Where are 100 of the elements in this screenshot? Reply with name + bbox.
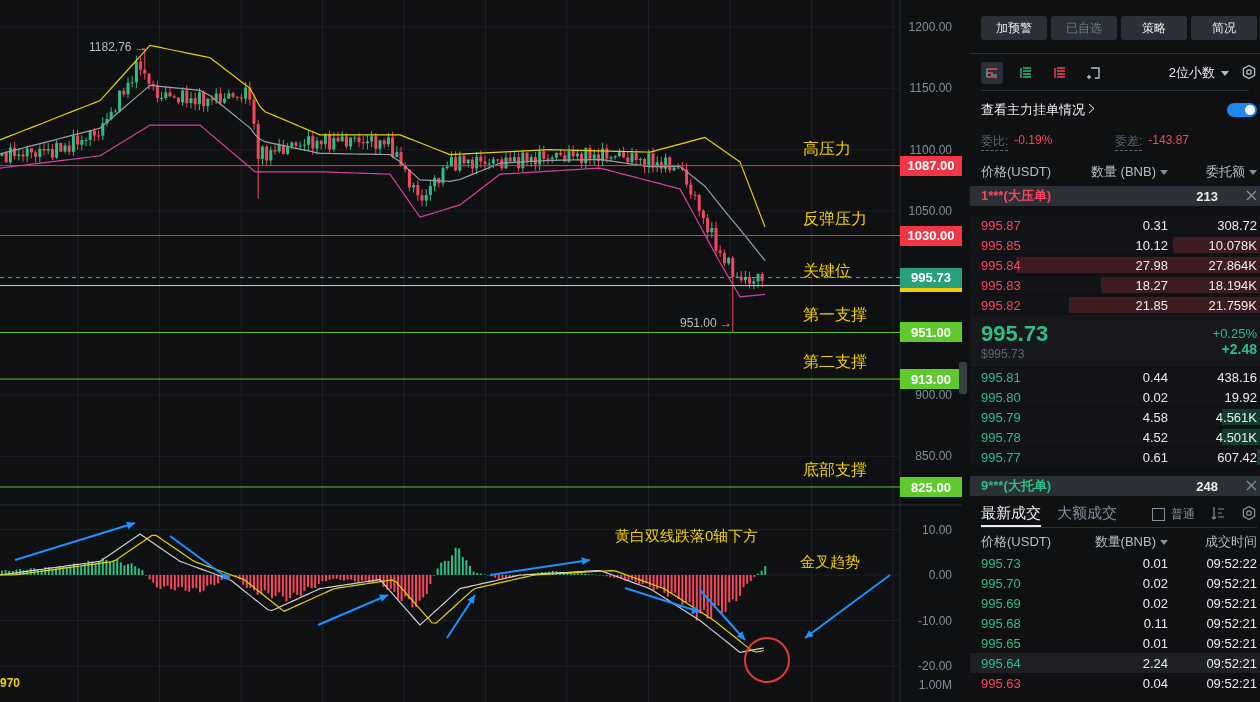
annotation-arrow [446, 594, 476, 639]
order-quantity: 0.02 [1141, 389, 1168, 405]
price-level-label: 951.00 [900, 322, 962, 343]
order-price: 995.83 [981, 277, 1022, 293]
trade-price: 995.69 [981, 595, 1022, 611]
order-price: 995.80 [981, 389, 1022, 405]
level-note: 底部支撑 [803, 462, 867, 478]
trade-price: 995.64 [981, 655, 1022, 671]
order-total: 21.759K [1207, 297, 1257, 313]
volume-axis-label: 1.00M [918, 679, 952, 691]
price-level-label: 1030.00 [900, 225, 962, 246]
last-price-usd: $995.73 [981, 347, 1026, 361]
order-price: 995.87 [981, 217, 1022, 233]
trades-tab[interactable]: 大额成交 [1057, 501, 1117, 527]
price-level-label: 825.00 [900, 477, 962, 497]
trade-quantity: 0.04 [1141, 675, 1168, 691]
caret-icon[interactable] [1249, 169, 1257, 175]
high-price-marker: 1182.76 → [89, 41, 147, 53]
level-note: 第一支撑 [803, 307, 867, 324]
order-total: 607.42 [1216, 449, 1257, 465]
large-order-label: 9***(大托单) [981, 477, 1052, 495]
change-amount: +2.48 [1220, 340, 1257, 357]
normal-filter-checkbox[interactable]: 普通 [1152, 505, 1195, 523]
order-total: 18.194K [1207, 277, 1257, 293]
order-price: 995.84 [981, 257, 1022, 273]
low-price-marker: 951.00 → [680, 317, 733, 329]
price-axis-label: 900.00 [915, 389, 952, 401]
trade-price: 995.65 [981, 635, 1022, 651]
order-quantity: 4.58 [1141, 409, 1168, 425]
order-price: 995.77 [981, 449, 1022, 465]
book-view-both-icon[interactable] [981, 62, 1003, 84]
order-price: 995.78 [981, 429, 1022, 445]
order-price: 995.79 [981, 409, 1022, 425]
column-header[interactable]: 数量 (BNB) [1090, 163, 1156, 181]
macd-note: 黄白双线跌落0轴下方 [615, 528, 759, 543]
level-note: 高压力 [803, 140, 851, 157]
annotation-arrow [317, 594, 389, 626]
trade-quantity: 0.01 [1141, 555, 1168, 571]
price-axis-label: 850.00 [915, 450, 952, 463]
order-quantity: 27.98 [1134, 257, 1168, 273]
trade-time: 09:52:21 [1205, 595, 1257, 611]
toggle-switch[interactable] [1227, 103, 1257, 117]
change-percent: +0.25% [1212, 325, 1257, 341]
current-price-label: 995.73 [900, 267, 962, 288]
trade-time: 09:52:21 [1205, 675, 1257, 691]
action-button[interactable]: 简况 [1191, 16, 1257, 40]
column-header: 成交时间 [1205, 533, 1257, 551]
price-level-label: 1087.00 [900, 155, 962, 176]
order-quantity: 18.27 [1134, 277, 1168, 293]
order-total: 308.72 [1216, 217, 1257, 233]
circle-marker [744, 637, 790, 683]
order-quantity: 10.12 [1134, 237, 1168, 253]
stat-value: -143.87 [1148, 133, 1190, 149]
large-order-amount: 248 [1195, 478, 1219, 494]
trade-quantity: 0.02 [1141, 595, 1168, 611]
indicator-value: 970 [0, 677, 21, 689]
order-total: 27.864K [1207, 257, 1257, 273]
large-order-amount: 213 [1195, 188, 1219, 204]
macd-axis-label: -20.00 [917, 660, 952, 672]
action-button[interactable]: 策略 [1121, 16, 1187, 40]
stat-label: 委差: [1115, 133, 1143, 151]
last-price: 995.73 [981, 321, 1049, 347]
order-total: 438.16 [1216, 369, 1257, 385]
macd-axis-label: 10.00 [921, 523, 952, 536]
main-orders-link[interactable]: 查看主力挂单情况 [981, 101, 1095, 119]
scroll-handle[interactable] [959, 362, 967, 394]
order-total: 19.92 [1223, 389, 1257, 405]
stat-value: -0.19% [1014, 133, 1053, 149]
price-axis-label: 1100.00 [909, 143, 952, 156]
trade-quantity: 0.02 [1141, 575, 1168, 591]
order-price: 995.85 [981, 237, 1022, 253]
level-note: 第二支撑 [803, 354, 867, 371]
order-total: 4.501K [1214, 429, 1257, 445]
caret-icon[interactable] [1159, 539, 1168, 545]
price-level-label: 913.00 [900, 369, 962, 390]
column-header[interactable]: 委托额 [1206, 163, 1245, 181]
annotation-arrow [169, 535, 231, 581]
trade-price: 995.68 [981, 615, 1022, 631]
price-axis-label: 1150.00 [909, 82, 952, 95]
order-quantity: 21.85 [1134, 297, 1168, 313]
trade-price: 995.63 [981, 675, 1022, 691]
price-axis-label: 1200.00 [908, 21, 952, 33]
trade-time: 09:52:21 [1205, 615, 1257, 631]
chevron-icon[interactable] [1088, 103, 1095, 114]
trade-quantity: 2.24 [1141, 655, 1168, 671]
trades-tab[interactable]: 最新成交 [981, 501, 1041, 527]
order-quantity: 0.31 [1141, 217, 1168, 233]
column-header[interactable]: 数量(BNB) [1094, 533, 1156, 551]
column-header: 价格(USDT) [981, 164, 1052, 179]
caret-icon[interactable] [1159, 169, 1168, 175]
macd-note: 金叉趋势 [800, 554, 860, 569]
action-button[interactable]: 加预警 [981, 16, 1047, 40]
precision-dropdown[interactable]: 2位小数 [1168, 64, 1229, 82]
order-price: 995.82 [981, 297, 1022, 313]
trade-price: 995.70 [981, 575, 1022, 591]
large-order-label: 1***(大压单) [981, 187, 1052, 205]
trade-quantity: 0.11 [1142, 615, 1168, 631]
trade-quantity: 0.01 [1141, 635, 1168, 651]
stat-label: 委比: [981, 133, 1009, 151]
order-quantity: 4.52 [1141, 429, 1168, 445]
